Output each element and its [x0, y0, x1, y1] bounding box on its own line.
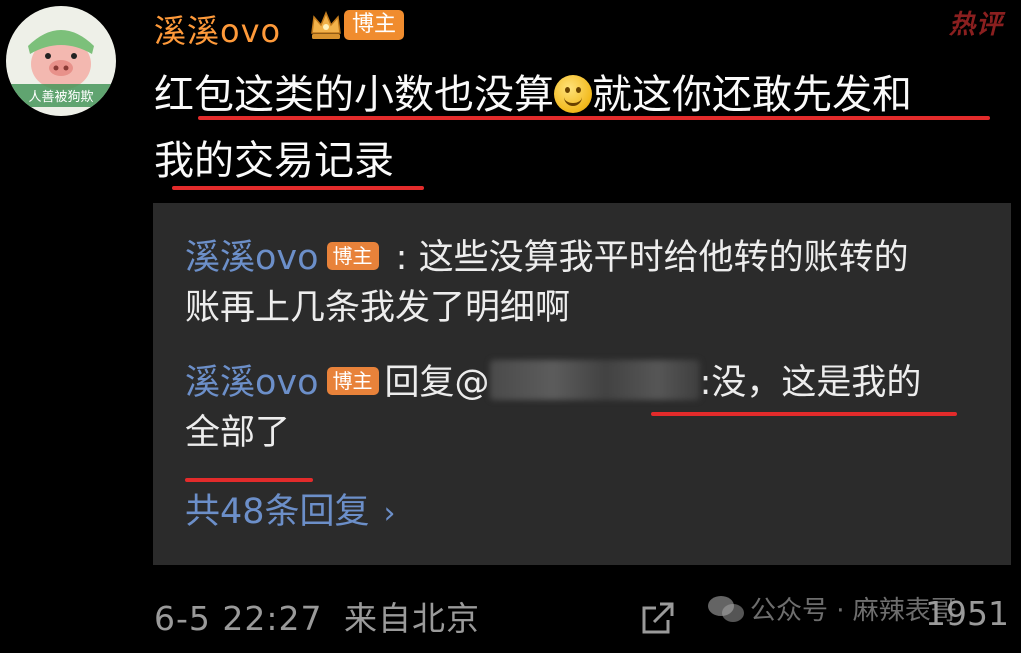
blogger-badge: 博主	[344, 10, 405, 40]
avatar-caption: 人善被狗欺	[6, 84, 116, 107]
annotation-underline	[172, 186, 424, 190]
reply-text-cont: 全部了	[185, 413, 291, 453]
author-name[interactable]: 溪溪ovo	[154, 6, 281, 52]
reply-item[interactable]: 溪溪ovo 博主 回复@ :没，这是我的 全部了	[185, 358, 985, 458]
annotation-underline	[651, 412, 957, 416]
comment-text-line2: 我的交易记录	[154, 138, 394, 184]
smile-emoji-icon	[554, 75, 592, 113]
more-replies-link[interactable]: 共48条回复 ›	[185, 487, 396, 539]
wechat-icon	[708, 596, 744, 622]
replies-panel: 溪溪ovo 博主 : 这些没算我平时给他转的账转的 账再上几条我发了明细啊 溪溪o…	[153, 203, 1011, 565]
blogger-badge: 博主	[326, 242, 379, 270]
reply-text: 这些没算我平时给他转的账转的	[418, 238, 909, 278]
hot-comment-tag: 热评	[948, 10, 1003, 40]
reply-separator: :	[384, 238, 419, 278]
like-count[interactable]: 1951	[925, 594, 1009, 633]
timestamp: 6-5 22:27	[154, 599, 323, 638]
more-replies-label: 共48条回复	[185, 492, 370, 532]
crown-icon	[311, 11, 341, 39]
location: 来自北京	[344, 599, 480, 638]
redacted-username	[489, 360, 700, 400]
annotation-underline	[198, 116, 990, 120]
comment-text-part2: 就这你还敢先发和	[592, 72, 912, 118]
reply-text: :没，这是我的	[699, 363, 922, 403]
avatar[interactable]: 人善被狗欺	[6, 6, 116, 116]
comment-body: 红包这类的小数也没算 就这你还敢先发和 我的交易记录	[154, 62, 1014, 194]
annotation-underline	[185, 478, 313, 482]
watermark: 公众号 · 麻辣表哥	[706, 590, 957, 627]
comment-screen: 人善被狗欺 溪溪ovo 博主 热评 红包这类的小数也没算 就这你还敢先发和 我的交…	[0, 0, 1021, 653]
reply-author[interactable]: 溪溪ovo	[185, 238, 319, 278]
blogger-badge: 博主	[326, 367, 379, 395]
reply-item[interactable]: 溪溪ovo 博主 : 这些没算我平时给他转的账转的 账再上几条我发了明细啊	[185, 233, 985, 333]
reply-prefix: 回复@	[384, 363, 490, 403]
chevron-right-icon: ›	[383, 496, 396, 531]
comment-meta: 6-5 22:27 来自北京	[154, 592, 480, 640]
reply-text-cont: 账再上几条我发了明细啊	[185, 288, 571, 328]
reply-author[interactable]: 溪溪ovo	[185, 363, 319, 403]
comment-text-part1: 红包这类的小数也没算	[154, 72, 554, 118]
share-icon[interactable]	[638, 598, 678, 638]
